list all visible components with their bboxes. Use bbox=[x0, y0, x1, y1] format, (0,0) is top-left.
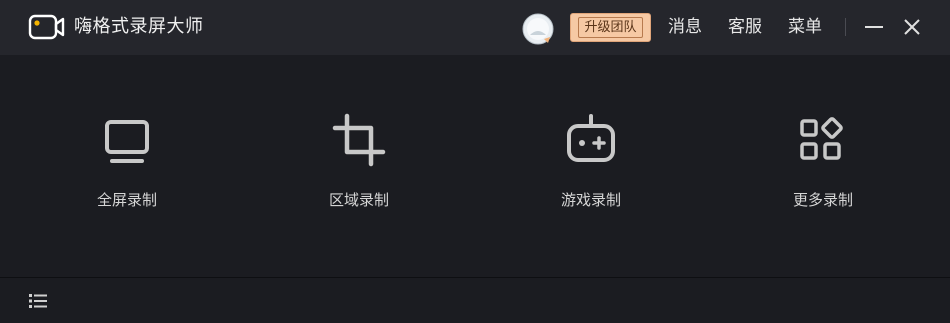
list-icon[interactable] bbox=[28, 292, 48, 310]
messages-link[interactable]: 消息 bbox=[668, 15, 702, 39]
more-record-label: 更多录制 bbox=[792, 191, 853, 209]
apps-icon bbox=[800, 117, 843, 160]
more-record-button[interactable]: 更多录制 bbox=[743, 110, 903, 220]
close-icon[interactable] bbox=[901, 16, 923, 38]
region-record-label: 区域录制 bbox=[328, 191, 389, 209]
menu-link[interactable]: 菜单 bbox=[788, 15, 822, 39]
fullscreen-record-label: 全屏录制 bbox=[96, 191, 157, 209]
customer-service-link[interactable]: 客服 bbox=[728, 15, 762, 39]
upgrade-team-label: 升级团队 bbox=[578, 17, 643, 38]
header-divider bbox=[845, 18, 846, 36]
user-avatar-icon[interactable] bbox=[522, 13, 554, 45]
camera-icon bbox=[28, 14, 65, 40]
minimize-icon[interactable] bbox=[863, 17, 885, 37]
monitor-icon bbox=[105, 120, 149, 163]
game-record-label: 游戏录制 bbox=[560, 191, 621, 209]
region-record-button[interactable]: 区域录制 bbox=[279, 110, 439, 220]
bottom-bar bbox=[0, 277, 950, 323]
game-record-button[interactable]: 游戏录制 bbox=[511, 110, 671, 220]
fullscreen-record-button[interactable]: 全屏录制 bbox=[47, 110, 207, 220]
gamepad-icon bbox=[567, 114, 615, 162]
upgrade-team-button[interactable]: 升级团队 bbox=[570, 13, 651, 42]
crop-icon bbox=[332, 113, 386, 167]
app-title: 嗨格式录屏大师 bbox=[74, 16, 204, 37]
title-bar: 嗨格式录屏大师 升级团队 消息 客服 菜单 bbox=[0, 0, 950, 55]
